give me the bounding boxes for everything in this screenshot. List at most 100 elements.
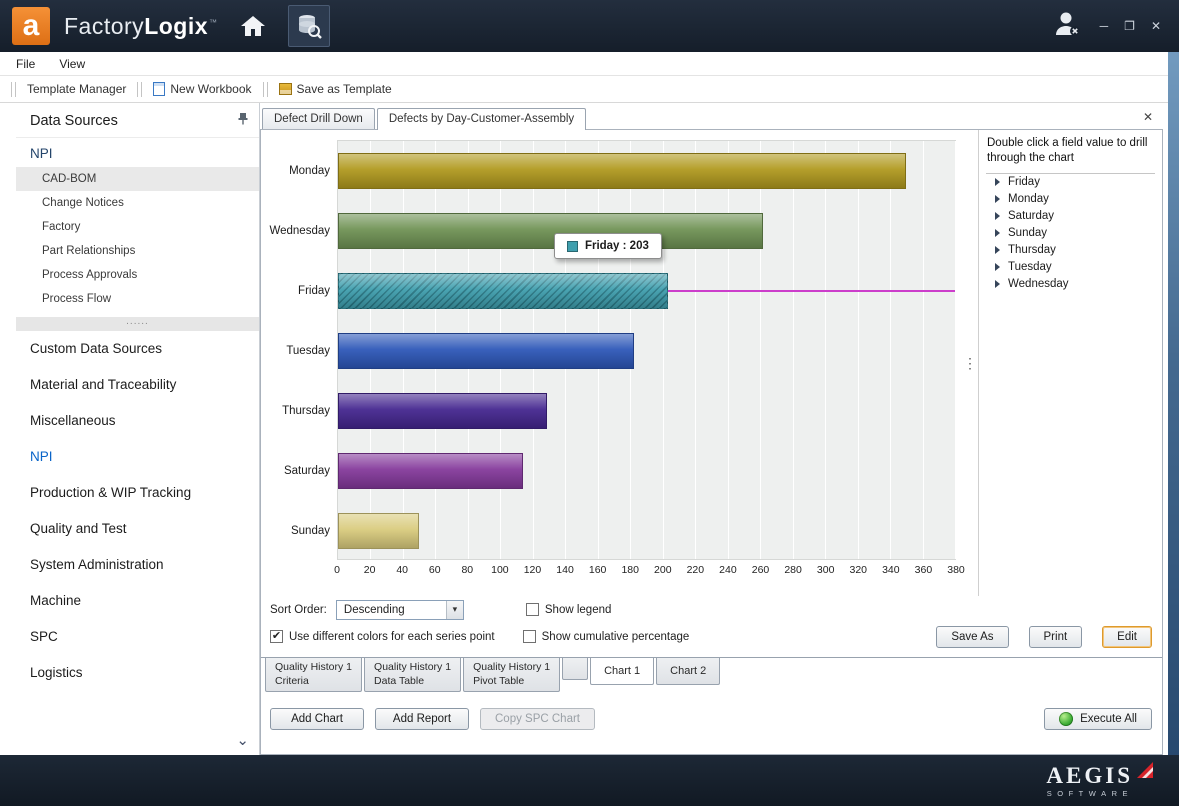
user-icon[interactable]	[1052, 9, 1082, 44]
close-tab-icon[interactable]	[1143, 110, 1153, 124]
bottom-tab-quality-history-1-criteria[interactable]: Quality History 1Criteria	[265, 658, 362, 692]
drill-item-label: Monday	[1008, 193, 1049, 205]
execute-all-button[interactable]: Execute All	[1044, 708, 1152, 730]
maximize-icon[interactable]	[1124, 20, 1135, 32]
expand-arrow-icon	[995, 280, 1000, 288]
menu-view[interactable]: View	[59, 57, 85, 71]
x-axis-tick: 120	[524, 564, 542, 576]
drill-item-monday[interactable]: Monday	[986, 191, 1155, 208]
y-axis-label: Sunday	[264, 501, 330, 561]
toolbar: Template Manager New Workbook Save as Te…	[0, 76, 1168, 103]
sidebar-item-factory[interactable]: Factory	[16, 215, 259, 239]
y-axis-label: Friday	[264, 261, 330, 321]
drill-item-sunday[interactable]: Sunday	[986, 225, 1155, 242]
panel-splitter[interactable]	[962, 130, 978, 596]
sidebar-category-custom-data-sources[interactable]: Custom Data Sources	[16, 331, 259, 367]
x-axis-tick: 240	[719, 564, 737, 576]
sidebar-category-quality-and-test[interactable]: Quality and Test	[16, 511, 259, 547]
minimize-icon[interactable]	[1100, 20, 1109, 32]
sidebar-item-process-approvals[interactable]: Process Approvals	[16, 263, 259, 287]
pin-icon[interactable]	[237, 112, 249, 130]
bar-chart: Friday : 203 MondayWednesdayFridayTuesda…	[261, 130, 962, 596]
template-manager-button[interactable]: Template Manager	[23, 82, 130, 96]
bar-wednesday[interactable]	[338, 213, 763, 249]
sidebar-category-spc[interactable]: SPC	[16, 619, 259, 655]
drill-item-label: Thursday	[1008, 244, 1056, 256]
tab-label-line1: Quality History 1	[473, 661, 550, 675]
expand-arrow-icon	[995, 212, 1000, 220]
expand-arrow-icon	[995, 263, 1000, 271]
drill-item-friday[interactable]: Friday	[986, 174, 1155, 191]
x-axis-tick: 200	[654, 564, 672, 576]
bottom-tab-blank[interactable]	[562, 658, 588, 680]
data-explorer-icon[interactable]	[288, 5, 330, 47]
drill-item-tuesday[interactable]: Tuesday	[986, 259, 1155, 276]
expand-arrow-icon	[995, 195, 1000, 203]
footer: AEGIS SOFTWARE	[0, 755, 1179, 806]
sidebar-item-part-relationships[interactable]: Part Relationships	[16, 239, 259, 263]
sidebar-category-material-and-traceability[interactable]: Material and Traceability	[16, 367, 259, 403]
sidebar-category-miscellaneous[interactable]: Miscellaneous	[16, 403, 259, 439]
scroll-down-icon[interactable]	[236, 731, 249, 749]
new-workbook-button[interactable]: New Workbook	[149, 82, 255, 96]
drill-item-label: Saturday	[1008, 210, 1054, 222]
sidebar-category-logistics[interactable]: Logistics	[16, 655, 259, 691]
aegis-brand: AEGIS	[1046, 764, 1133, 787]
bottom-tab-quality-history-1-pivot-table[interactable]: Quality History 1Pivot Table	[463, 658, 560, 692]
drill-hint: Double click a field value to drill thro…	[986, 135, 1155, 174]
x-axis-tick: 320	[849, 564, 867, 576]
save-as-button[interactable]: Save As	[936, 626, 1008, 648]
sort-order-select[interactable]: Descending	[336, 600, 464, 620]
sidebar-categories: Custom Data SourcesMaterial and Traceabi…	[16, 331, 259, 691]
drill-item-wednesday[interactable]: Wednesday	[986, 276, 1155, 293]
sidebar-item-cad-bom[interactable]: CAD-BOM	[16, 167, 259, 191]
show-legend-checkbox[interactable]: Show legend	[526, 603, 612, 616]
sidebar-category-npi[interactable]: NPI	[16, 439, 259, 475]
tab-defects-by-day-customer-assembly[interactable]: Defects by Day-Customer-Assembly	[377, 108, 586, 130]
sidebar-item-process-flow[interactable]: Process Flow	[16, 287, 259, 311]
menu-file[interactable]: File	[16, 57, 35, 71]
bottom-tab-quality-history-1-data-table[interactable]: Quality History 1Data Table	[364, 658, 461, 692]
add-report-button[interactable]: Add Report	[375, 708, 469, 730]
menubar: File View	[0, 52, 1168, 76]
copy-spc-chart-button[interactable]: Copy SPC Chart	[480, 708, 595, 730]
bar-thursday[interactable]	[338, 393, 547, 429]
cumulative-percentage-checkbox[interactable]: Show cumulative percentage	[523, 630, 690, 643]
drill-item-label: Wednesday	[1008, 278, 1069, 290]
bar-monday[interactable]	[338, 153, 906, 189]
trademark-symbol: ™	[209, 18, 218, 27]
series-colors-checkbox[interactable]: Use different colors for each series poi…	[270, 630, 495, 643]
bar-friday[interactable]	[338, 273, 668, 309]
home-icon[interactable]	[232, 5, 274, 47]
sidebar-npi-items: CAD-BOMChange NoticesFactoryPart Relatio…	[16, 167, 259, 311]
sidebar-category-system-administration[interactable]: System Administration	[16, 547, 259, 583]
aegis-arrow-icon	[1135, 760, 1155, 780]
sidebar-category-production-wip-tracking[interactable]: Production & WIP Tracking	[16, 475, 259, 511]
save-template-icon	[279, 83, 292, 95]
drill-item-saturday[interactable]: Saturday	[986, 208, 1155, 225]
app-title-part2: Logix	[144, 13, 208, 39]
gridline	[728, 141, 729, 559]
close-window-icon[interactable]	[1151, 20, 1161, 32]
drill-panel: Double click a field value to drill thro…	[978, 130, 1162, 596]
bottom-tab-chart-2[interactable]: Chart 2	[656, 658, 720, 685]
drill-item-thursday[interactable]: Thursday	[986, 242, 1155, 259]
gridline	[955, 141, 956, 559]
save-as-template-button[interactable]: Save as Template	[275, 82, 396, 96]
add-chart-button[interactable]: Add Chart	[270, 708, 364, 730]
x-axis-tick: 80	[461, 564, 473, 576]
bottom-tab-chart-1[interactable]: Chart 1	[590, 658, 654, 685]
bar-sunday[interactable]	[338, 513, 419, 549]
sidebar-category-machine[interactable]: Machine	[16, 583, 259, 619]
sidebar-splitter[interactable]: ......	[16, 317, 259, 331]
print-button[interactable]: Print	[1029, 626, 1083, 648]
bar-saturday[interactable]	[338, 453, 523, 489]
edit-button[interactable]: Edit	[1102, 626, 1152, 648]
bar-tuesday[interactable]	[338, 333, 634, 369]
sidebar-group-npi[interactable]: NPI	[16, 138, 259, 167]
tab-defect-drill-down[interactable]: Defect Drill Down	[262, 108, 375, 129]
chart-plot-area: Friday : 203 MondayWednesdayFridayTuesda…	[337, 140, 956, 560]
sidebar-item-change-notices[interactable]: Change Notices	[16, 191, 259, 215]
gridline	[695, 141, 696, 559]
y-axis-label: Thursday	[264, 381, 330, 441]
